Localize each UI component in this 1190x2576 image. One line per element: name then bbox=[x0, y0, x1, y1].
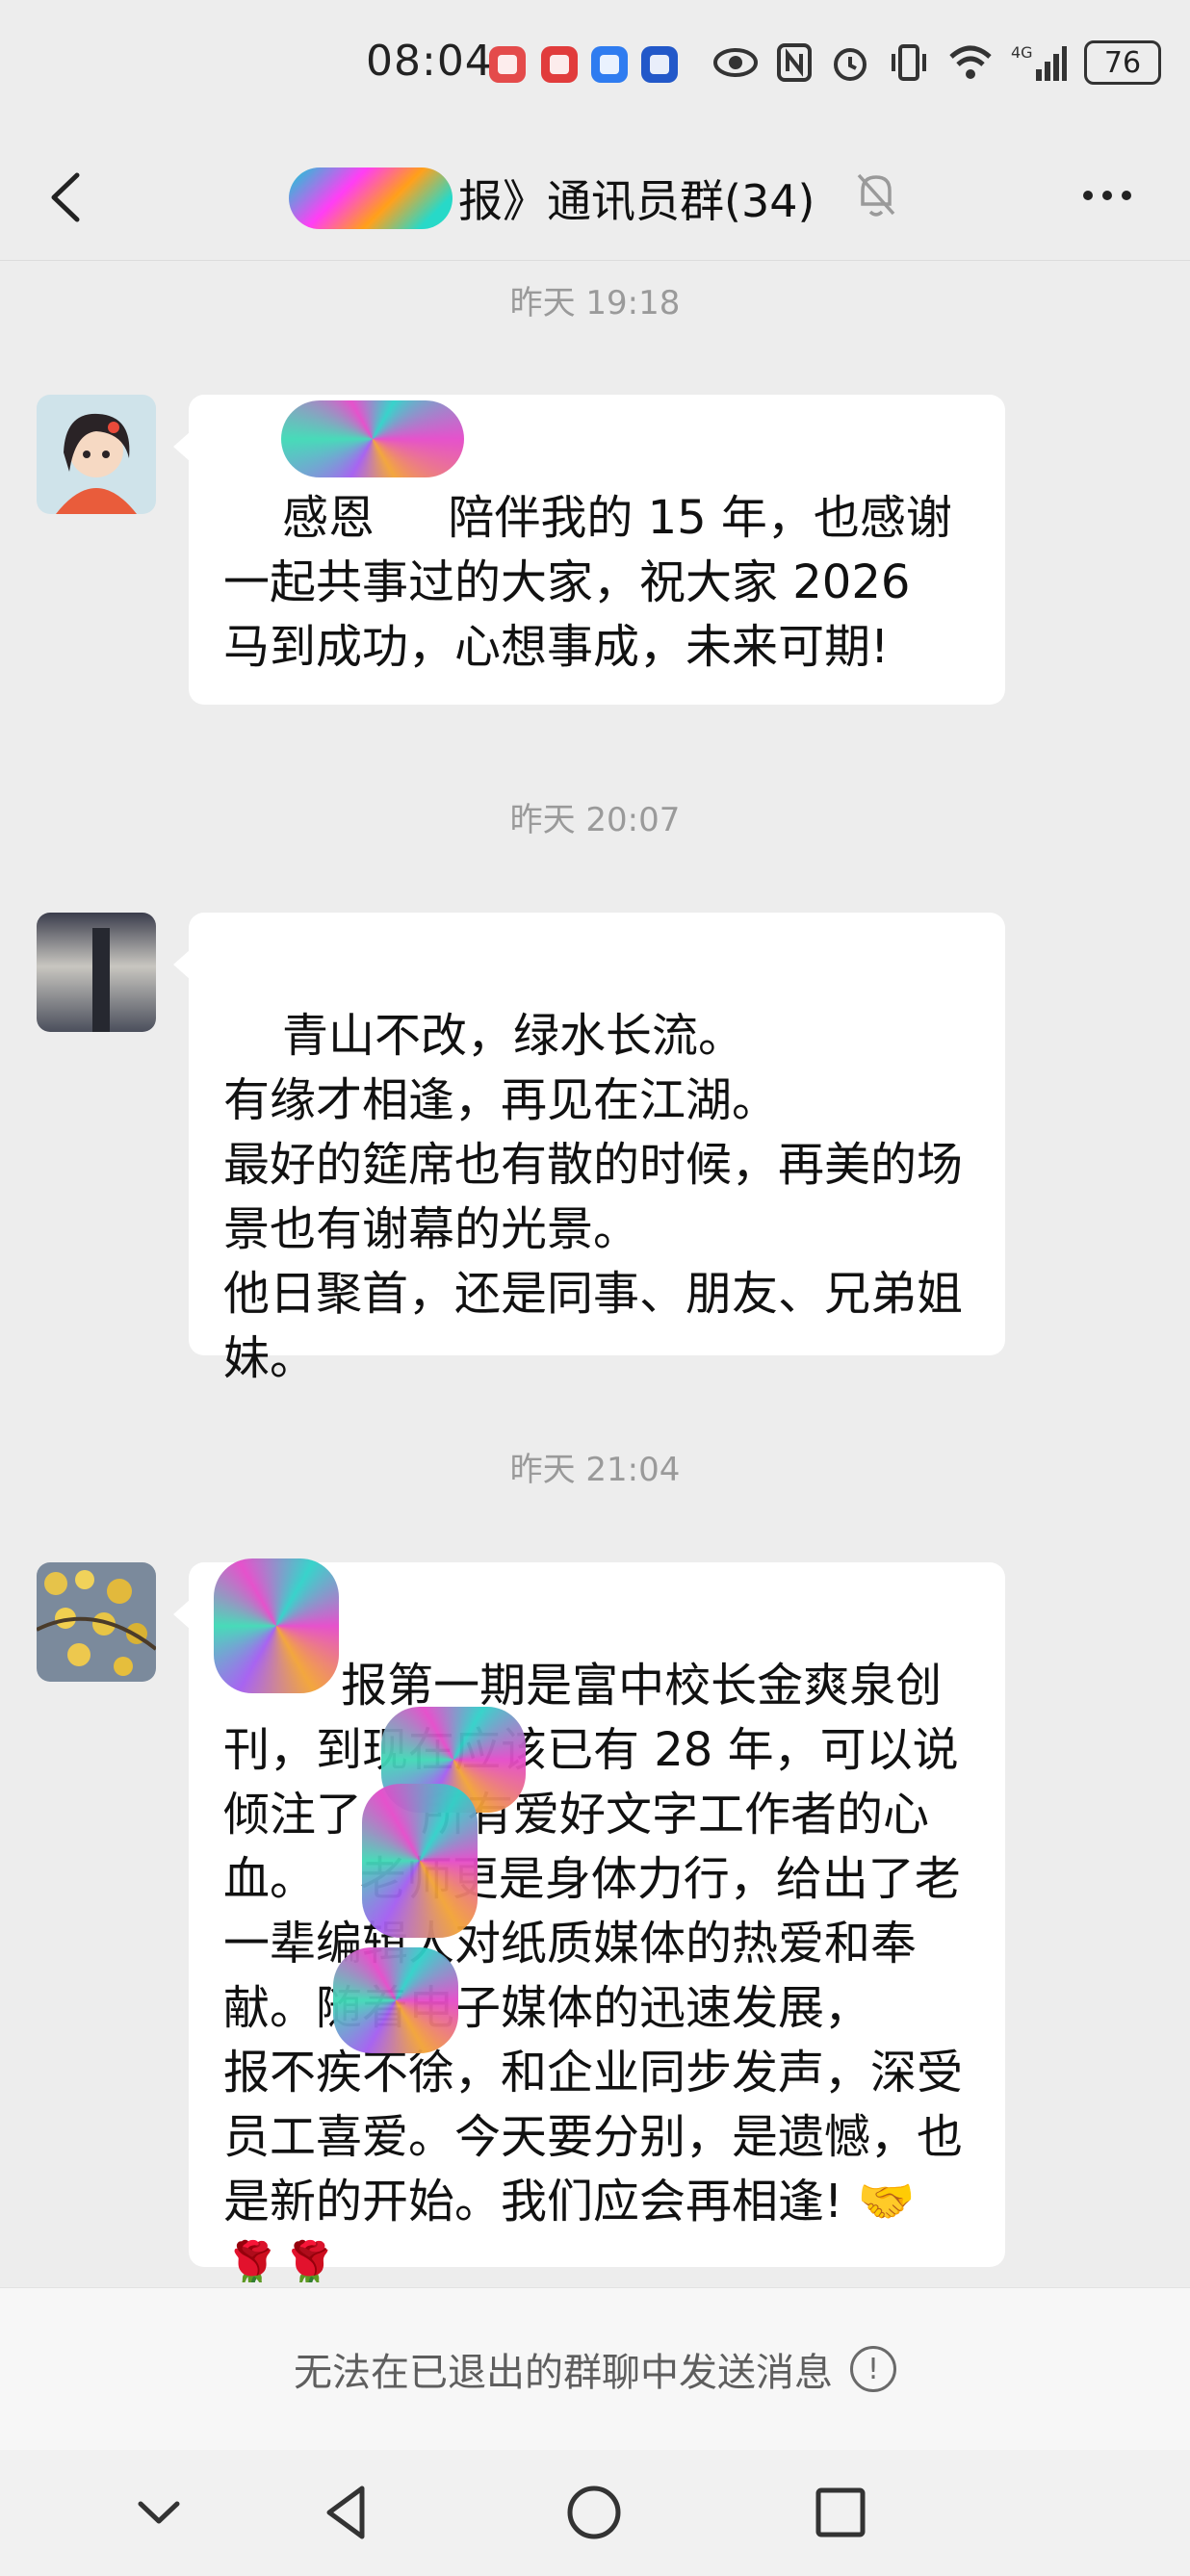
alarm-icon bbox=[830, 39, 870, 86]
status-time: 08:04 bbox=[366, 37, 493, 86]
chat-title: 报》通讯员群(34) bbox=[458, 175, 815, 227]
nav-recents-button[interactable] bbox=[807, 2479, 874, 2546]
system-icons: 4G 76 bbox=[712, 39, 1161, 87]
message-text: 感恩 陪伴我的 15 年，也感谢一起共事过的大家，祝大家 2026 马到成功，心… bbox=[223, 491, 952, 674]
status-bar: 08:04 4G 76 bbox=[0, 0, 1190, 135]
message-text: 报第一期是富中校长金爽泉创刊，到现在应该已有 28 年，可以说倾注了 所有爱好文… bbox=[223, 1659, 964, 2282]
triangle-back-icon bbox=[326, 2486, 365, 2539]
message-timestamp: 昨天 20:07 bbox=[509, 801, 681, 839]
nfc-icon bbox=[776, 39, 813, 86]
chevron-left-icon bbox=[51, 172, 80, 222]
info-icon[interactable]: ! bbox=[850, 2346, 896, 2392]
notification-app-icon bbox=[591, 46, 628, 83]
message-bubble[interactable]: 报第一期是富中校长金爽泉创刊，到现在应该已有 28 年，可以说倾注了 所有爱好文… bbox=[173, 1558, 1005, 2282]
system-navigation-bar bbox=[0, 2450, 1190, 2576]
notice-text: 无法在已退出的群聊中发送消息 bbox=[294, 2351, 833, 2395]
nav-back-button[interactable] bbox=[314, 2479, 381, 2546]
chat-message-list[interactable]: 昨天 19:18 感恩 陪伴我的 15 年，也感谢一起共事过的大家，祝大家 20… bbox=[0, 261, 1190, 2282]
redaction-blot bbox=[281, 400, 464, 477]
more-dot-icon bbox=[1083, 191, 1093, 200]
battery-indicator: 76 bbox=[1084, 40, 1161, 85]
message-timestamp: 昨天 21:04 bbox=[509, 1451, 681, 1489]
notification-app-icon bbox=[489, 46, 526, 83]
more-dot-icon bbox=[1102, 191, 1112, 200]
redaction-blot bbox=[289, 167, 453, 229]
chevron-down-icon bbox=[138, 2501, 180, 2524]
cellular-signal-icon: 4G bbox=[1011, 39, 1067, 86]
avatar[interactable] bbox=[37, 913, 156, 1032]
message-text: 青山不改，绿水长流。 有缘才相逢，再见在江湖。 最好的筵席也有散的时候，再美的场… bbox=[223, 1009, 964, 1385]
redaction-blot bbox=[362, 1784, 478, 1938]
redaction-blot bbox=[333, 1947, 458, 2053]
square-recents-icon bbox=[815, 2487, 866, 2537]
avatar[interactable] bbox=[37, 1562, 156, 1682]
more-options-button[interactable] bbox=[1069, 171, 1146, 219]
wifi-icon bbox=[947, 39, 994, 86]
chat-title-area[interactable]: 报》通讯员群(34) bbox=[289, 162, 924, 235]
more-dot-icon bbox=[1122, 191, 1131, 200]
message-timestamp: 昨天 19:18 bbox=[509, 284, 681, 322]
svg-text:4G: 4G bbox=[1011, 43, 1033, 62]
redaction-blot bbox=[214, 1558, 339, 1693]
mute-bell-icon bbox=[853, 167, 899, 221]
message-bubble[interactable]: 青山不改，绿水长流。 有缘才相逢，再见在江湖。 最好的筵席也有散的时候，再美的场… bbox=[173, 913, 1005, 1385]
nav-home-button[interactable] bbox=[560, 2479, 628, 2546]
vibrate-icon bbox=[888, 39, 930, 86]
notification-app-icon bbox=[541, 46, 578, 83]
nav-collapse-button[interactable] bbox=[125, 2479, 193, 2546]
avatar[interactable] bbox=[37, 395, 156, 514]
eye-icon bbox=[712, 39, 759, 86]
message-bubble[interactable]: 感恩 陪伴我的 15 年，也感谢一起共事过的大家，祝大家 2026 马到成功，心… bbox=[173, 395, 1005, 705]
back-button[interactable] bbox=[35, 164, 102, 231]
notification-app-icon bbox=[641, 46, 678, 83]
circle-home-icon bbox=[567, 2486, 621, 2539]
exited-group-notice: 无法在已退出的群聊中发送消息 ! bbox=[0, 2287, 1190, 2450]
chat-header: 报》通讯员群(34) bbox=[0, 135, 1190, 261]
